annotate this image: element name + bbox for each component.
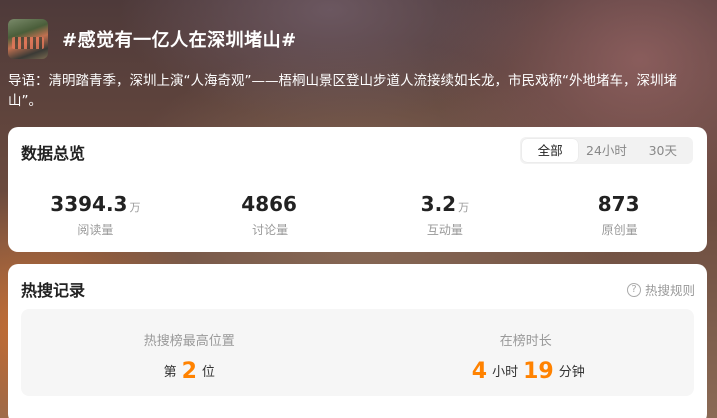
- hours-unit: 小时: [492, 365, 519, 380]
- stat-reads-value: 3394.3: [50, 192, 128, 216]
- stat-discussions: 4866 讨论量: [183, 192, 358, 237]
- overview-title: 数据总览: [21, 144, 86, 163]
- overview-card: 数据总览 全部 24小时 30天 3394.3 万 阅读量 4866 讨论量 3.…: [8, 127, 707, 252]
- position-value: 2: [181, 359, 197, 384]
- minutes-value: 19: [523, 359, 554, 384]
- stat-interactions-unit: 万: [458, 201, 470, 214]
- hours-value: 4: [471, 359, 488, 384]
- highest-position-label: 热搜榜最高位置: [143, 334, 235, 349]
- stat-originals-label: 原创量: [601, 223, 638, 237]
- stat-originals-value: 873: [597, 192, 640, 216]
- topic-header: #感觉有一亿人在深圳堵山#: [8, 18, 297, 60]
- duration-on-list: 在榜时长 4 小时 19 分钟: [358, 309, 695, 396]
- stat-reads-label: 阅读量: [77, 223, 114, 237]
- stat-discussions-value: 4866: [241, 192, 297, 216]
- stat-interactions: 3.2 万 互动量: [358, 192, 533, 237]
- duration-label: 在榜时长: [499, 334, 552, 349]
- position-suffix: 位: [201, 365, 215, 380]
- hot-rules-link[interactable]: ? 热搜规则: [626, 280, 695, 299]
- hot-record-card: 热搜记录 ? 热搜规则 热搜榜最高位置 第2位 在榜时长 4 小时 19 分钟: [8, 264, 707, 418]
- stat-reads-unit: 万: [129, 201, 141, 214]
- topic-title: #感觉有一亿人在深圳堵山#: [62, 30, 297, 51]
- stat-interactions-label: 互动量: [426, 223, 463, 237]
- tab-24h[interactable]: 24小时: [578, 139, 634, 162]
- hot-record-title: 热搜记录: [21, 281, 86, 300]
- hot-rules-label: 热搜规则: [644, 283, 695, 298]
- stat-interactions-value: 3.2: [420, 192, 457, 216]
- stat-discussions-label: 讨论量: [252, 223, 289, 237]
- minutes-unit: 分钟: [558, 365, 585, 380]
- stat-originals: 873 原创量: [532, 192, 707, 237]
- hot-record-box: 热搜榜最高位置 第2位 在榜时长 4 小时 19 分钟: [21, 309, 694, 396]
- tab-30d[interactable]: 30天: [635, 139, 691, 162]
- tab-all[interactable]: 全部: [522, 139, 579, 162]
- stat-reads: 3394.3 万 阅读量: [8, 192, 183, 237]
- topic-lead: 导语：清明踏青季，深圳上演“人海奇观”——梧桐山景区登山步道人流接续如长龙，市民…: [8, 73, 677, 109]
- stats-row: 3394.3 万 阅读量 4866 讨论量 3.2 万 互动量 873 原创量: [8, 192, 707, 237]
- position-prefix: 第: [163, 365, 177, 380]
- question-icon: ?: [626, 282, 641, 297]
- highest-position: 热搜榜最高位置 第2位: [21, 309, 358, 396]
- time-range-tabs: 全部 24小时 30天: [520, 137, 693, 164]
- topic-thumbnail[interactable]: [8, 19, 48, 59]
